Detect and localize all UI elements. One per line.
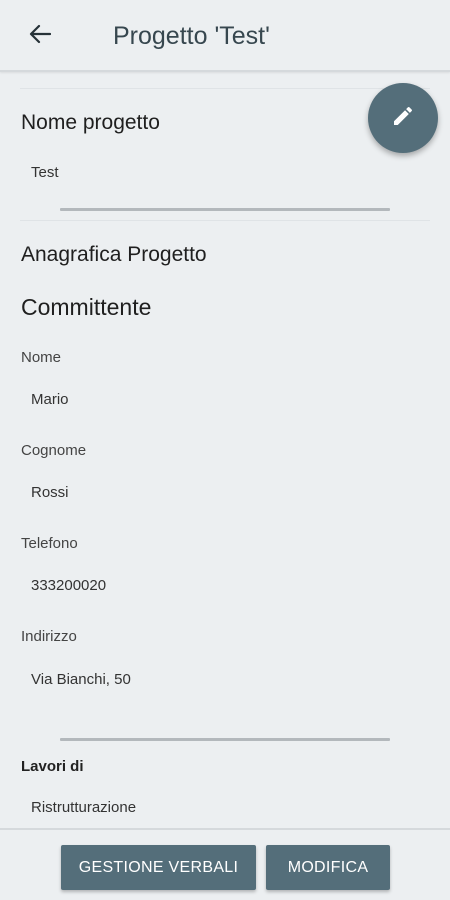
address-value: Via Bianchi, 50 [31, 671, 131, 688]
edit-fab-button[interactable] [368, 83, 438, 153]
divider [20, 220, 430, 221]
last-name-label: Cognome [21, 442, 87, 459]
bottom-action-bar: GESTIONE VERBALI MODIFICA [0, 828, 450, 900]
project-details-content[interactable]: Nome progetto Test Anagrafica Progetto C… [0, 72, 450, 828]
section-divider [60, 208, 390, 211]
project-name-heading: Nome progetto [21, 111, 160, 134]
phone-label: Telefono [21, 535, 78, 552]
edit-button[interactable]: MODIFICA [266, 845, 390, 890]
first-name-label: Nome [21, 349, 62, 366]
client-heading: Committente [21, 294, 152, 320]
divider [20, 88, 430, 89]
works-label: Lavori di [21, 758, 84, 775]
works-value: Ristrutturazione [31, 799, 137, 816]
section-divider [60, 738, 390, 741]
page-title: Progetto 'Test' [113, 22, 270, 50]
arrow-back-icon [29, 24, 52, 49]
address-label: Indirizzo [21, 628, 77, 645]
first-name-value: Mario [31, 391, 69, 408]
last-name-value: Rossi [31, 484, 69, 501]
manage-reports-button[interactable]: GESTIONE VERBALI [61, 845, 256, 890]
back-button[interactable] [22, 18, 58, 54]
phone-value: 333200020 [31, 577, 107, 594]
registry-heading: Anagrafica Progetto [21, 243, 207, 266]
app-bar: Progetto 'Test' [0, 0, 450, 72]
project-name-value: Test [31, 164, 59, 181]
app-screen: Progetto 'Test' Nome progetto Test Anagr… [0, 0, 450, 900]
pencil-icon [391, 104, 415, 133]
